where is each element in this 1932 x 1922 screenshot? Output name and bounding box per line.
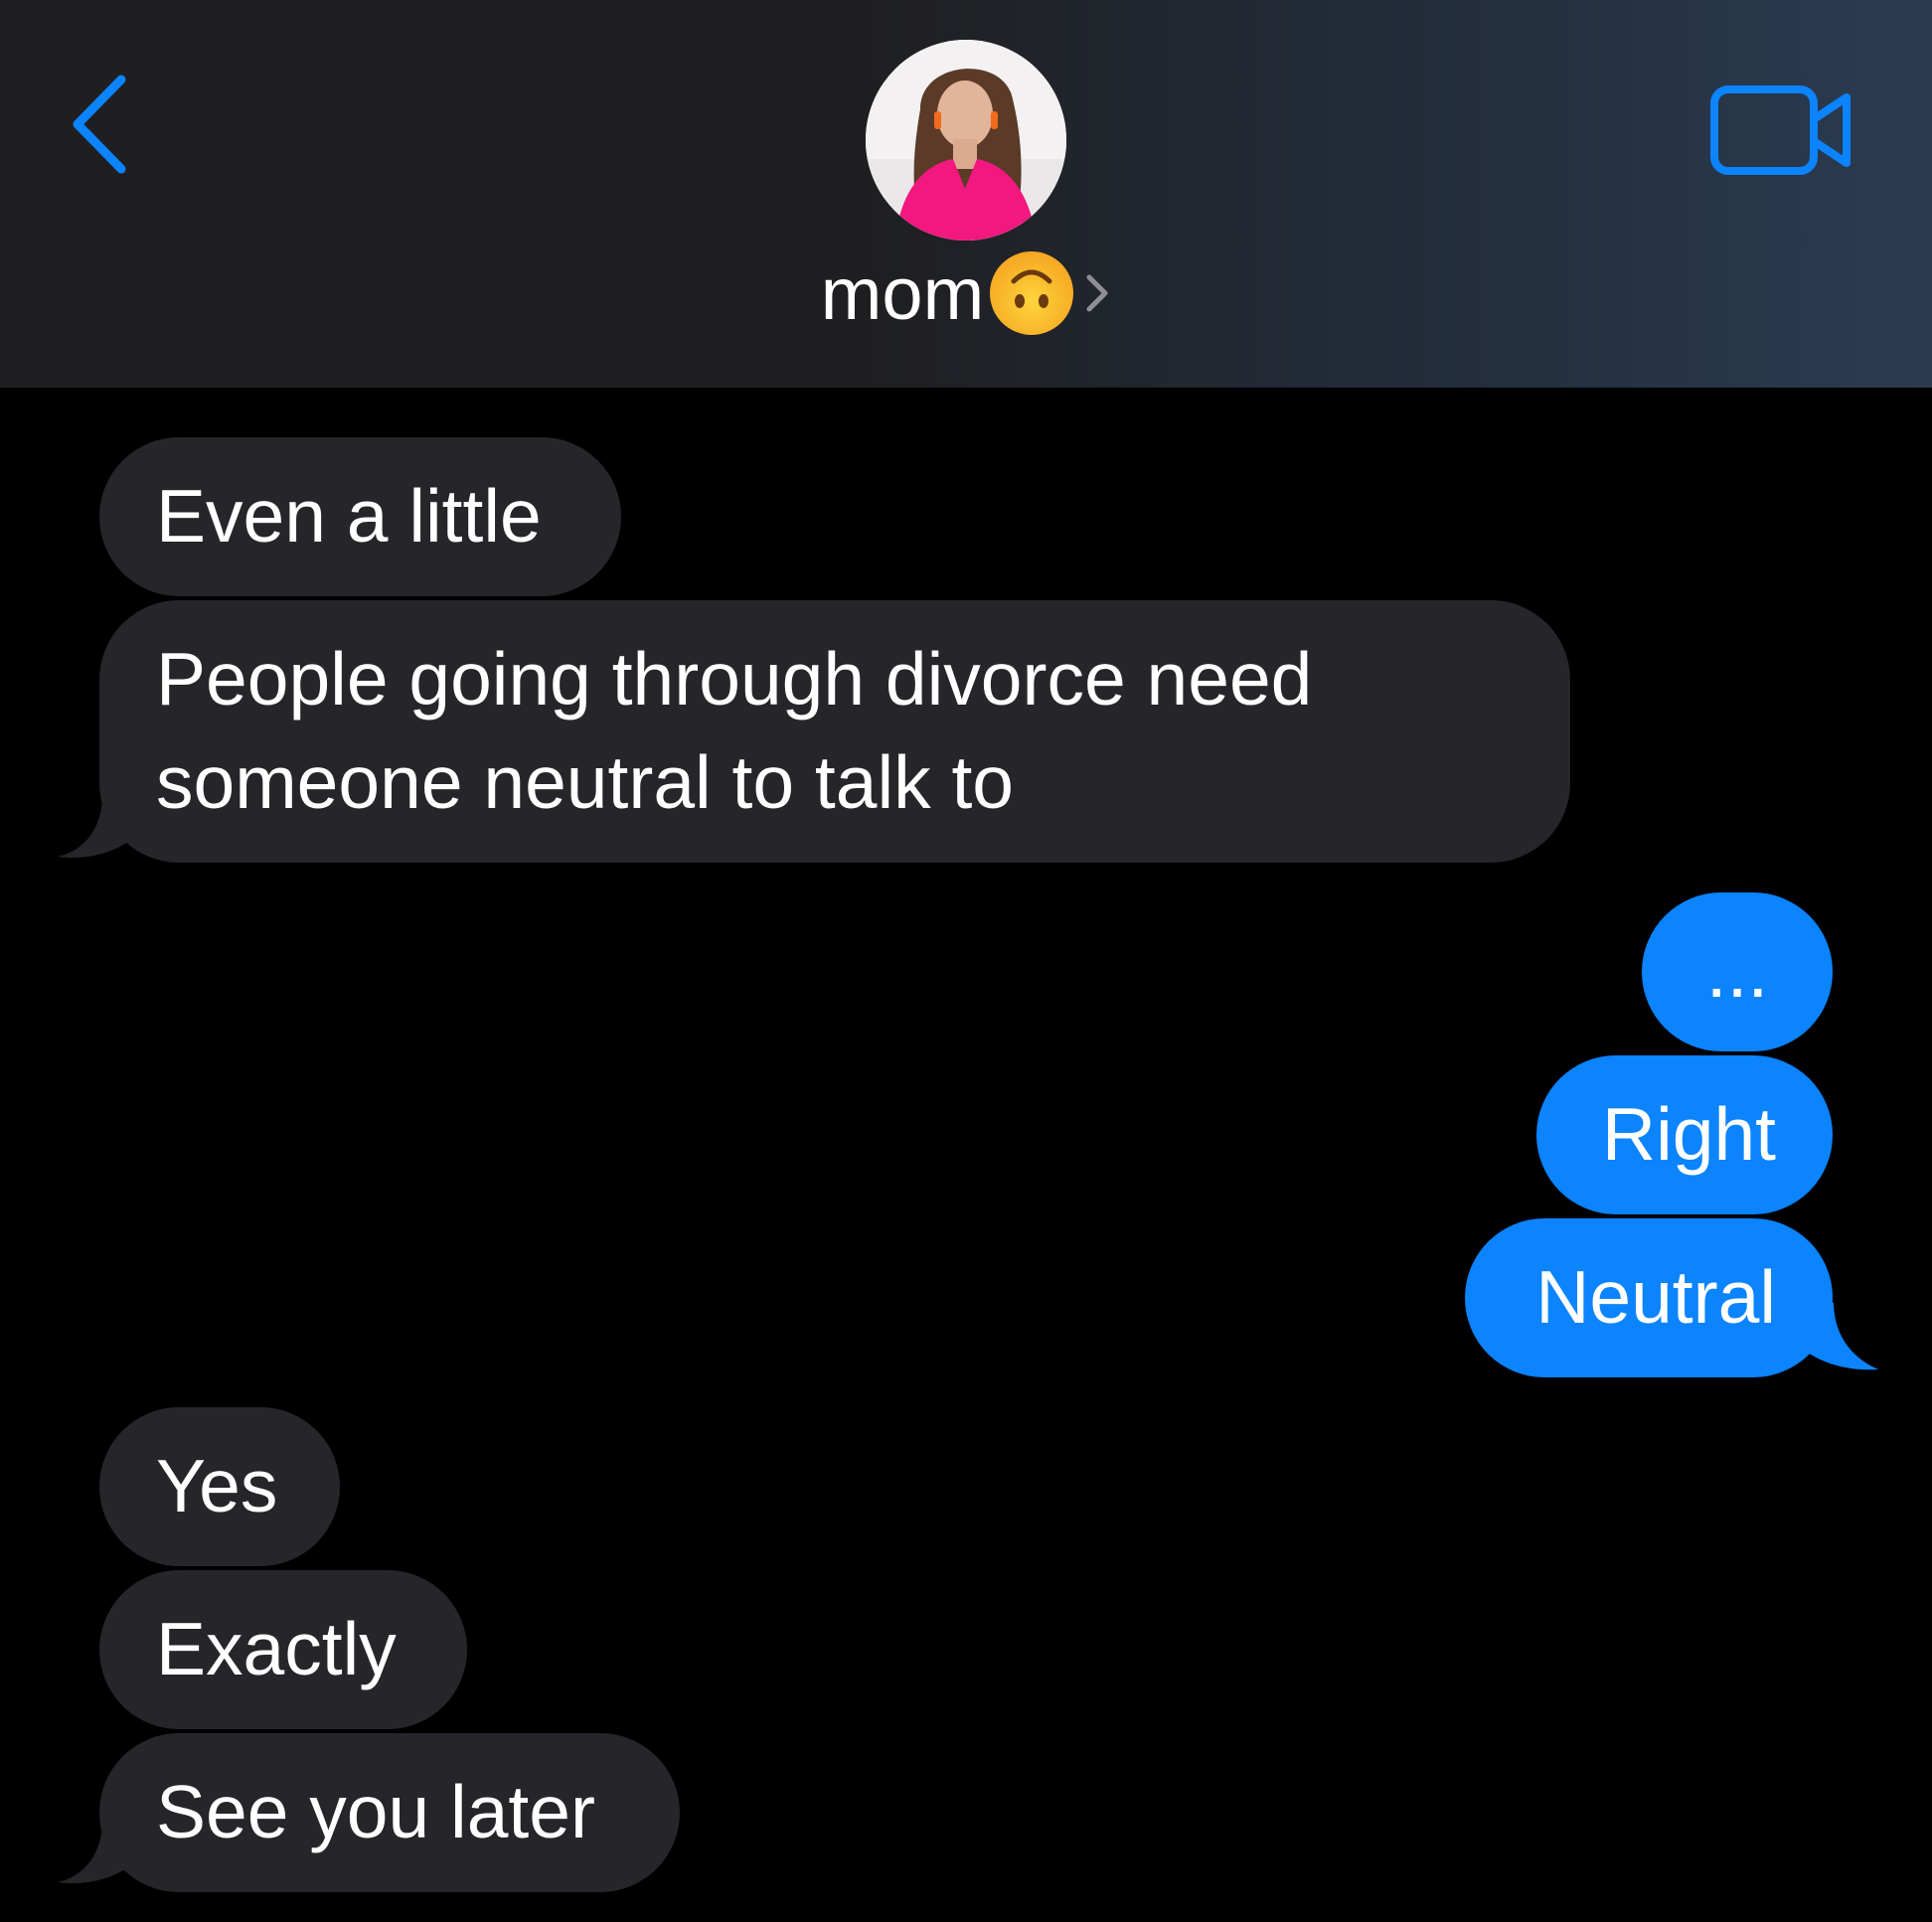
back-chevron-icon[interactable] [60,70,139,179]
message-text: Right [1601,1092,1776,1176]
video-camera-icon[interactable] [1709,80,1856,179]
chevron-right-icon [1086,274,1108,312]
contact-avatar[interactable] [866,40,1066,240]
message-text: Yes [156,1444,278,1527]
message-bubble-outgoing[interactable]: Neutral [1465,1218,1833,1377]
message-text: People going through divorce need someon… [156,637,1313,824]
contact-name-row[interactable]: mom [0,248,1932,338]
message-text: ... [1705,929,1769,1013]
message-bubble-incoming[interactable]: Even a little [99,437,621,596]
message-bubble-incoming[interactable]: See you later [99,1733,680,1892]
message-text: See you later [156,1770,595,1853]
message-text: Even a little [156,474,542,558]
avatar-photo [866,40,1066,240]
message-bubble-incoming[interactable]: People going through divorce need someon… [99,600,1570,863]
message-bubble-outgoing[interactable]: ... [1642,892,1833,1051]
message-text: Exactly [156,1607,397,1690]
message-bubble-incoming[interactable]: Yes [99,1407,340,1566]
upside-down-face-emoji-icon [990,251,1074,335]
message-text: Neutral [1535,1255,1776,1339]
conversation-header: mom [0,0,1932,388]
message-bubble-incoming[interactable]: Exactly [99,1570,467,1729]
message-bubble-outgoing[interactable]: Right [1536,1055,1833,1214]
contact-name: mom [820,251,985,335]
